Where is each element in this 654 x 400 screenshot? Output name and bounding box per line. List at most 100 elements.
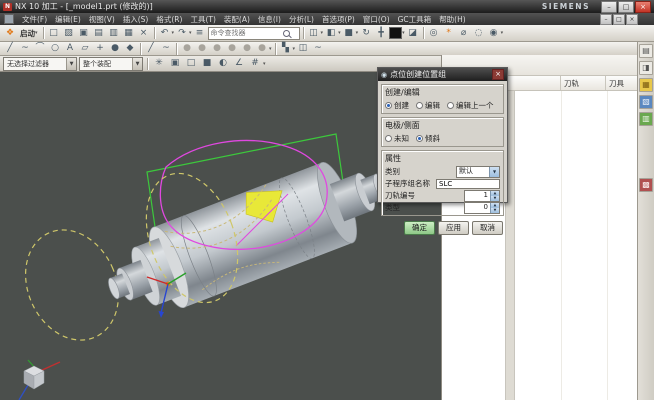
snap-settings-icon[interactable]: ✳ [152, 57, 166, 70]
radio-inclined-label[interactable]: 倾斜 [425, 133, 440, 144]
part-navigator-icon[interactable]: ▧ [639, 95, 653, 109]
studio-spline-icon[interactable]: ~ [159, 42, 173, 55]
paste-icon[interactable]: ▦ [122, 27, 136, 40]
background-color-swatch[interactable] [389, 27, 402, 39]
dialog-rail-icon[interactable]: ◉ [381, 71, 387, 79]
subprogram-name-field[interactable] [436, 179, 500, 189]
solid-body-icon[interactable]: ● [108, 42, 122, 55]
child-close-button[interactable]: × [626, 14, 638, 25]
selection-scope-dropdown[interactable]: 整个装配 ▼ [79, 57, 143, 71]
radio-create-label[interactable]: 创建 [394, 100, 409, 111]
angle-snap-icon[interactable]: ∠ [232, 57, 246, 70]
undo-dropdown-icon[interactable]: ▾ [172, 30, 175, 36]
line-icon[interactable]: ╱ [3, 42, 17, 55]
dialog-title-bar[interactable]: ◉ 点位创建位置组 × [378, 68, 507, 81]
child-restore-button[interactable]: □ [613, 14, 625, 25]
column-header-toolpath[interactable]: 刀轨 [561, 76, 606, 90]
magnet-snap-icon[interactable]: ◌ [472, 27, 486, 40]
orient-view-icon[interactable]: ◧ [324, 27, 338, 40]
pattern-dropdown-icon[interactable]: ▾ [293, 46, 296, 52]
menu-window[interactable]: 窗口(O) [359, 14, 394, 25]
type-stepper[interactable]: 0 ▲ ▼ [464, 202, 500, 214]
menu-insert[interactable]: 插入(S) [119, 14, 153, 25]
menu-view[interactable]: 视图(V) [85, 14, 119, 25]
radio-edit-label[interactable]: 编辑 [425, 100, 440, 111]
mirror-feature-icon[interactable]: ◫ [296, 42, 310, 55]
select-edge-icon[interactable]: □ [184, 57, 198, 70]
menu-information[interactable]: 信息(I) [254, 14, 285, 25]
cancel-button[interactable]: 取消 [472, 221, 503, 235]
shaded-dropdown-icon[interactable]: ▾ [356, 30, 359, 36]
apply-button[interactable]: 应用 [438, 221, 469, 235]
redo-dropdown-icon[interactable]: ▾ [189, 30, 192, 36]
menu-help[interactable]: 帮助(H) [435, 14, 470, 25]
wave-link-icon[interactable]: ~ [311, 42, 325, 55]
radio-edit-previous-label[interactable]: 编辑上一个 [456, 100, 494, 111]
save-icon[interactable]: ▣ [77, 27, 91, 40]
close-button[interactable]: × [635, 1, 651, 13]
menu-assemblies[interactable]: 装配(A) [220, 14, 254, 25]
menu-tools[interactable]: 工具(T) [186, 14, 219, 25]
category-dropdown[interactable]: 默认 ▼ [456, 166, 500, 178]
arc-icon[interactable]: ⌒ [33, 42, 47, 55]
nx-gateway-icon[interactable]: ❖ [3, 27, 17, 40]
view-triad-cube[interactable] [19, 360, 60, 400]
more-dropdown-icon[interactable]: ▾ [269, 46, 272, 52]
menu-format[interactable]: 格式(R) [152, 14, 186, 25]
radio-edit-previous[interactable] [447, 102, 454, 109]
assembly-navigator-icon[interactable]: ◨ [639, 61, 653, 75]
ok-button[interactable]: 确定 [404, 221, 435, 235]
copy-icon[interactable]: ▥ [107, 27, 121, 40]
system-menu-icon[interactable] [4, 14, 14, 24]
spinner-down-icon[interactable]: ▼ [491, 196, 499, 201]
selection-filter-dropdown[interactable]: 无选择过滤器 ▼ [3, 57, 77, 71]
spinner-down-icon[interactable]: ▼ [491, 208, 499, 213]
toolpath-number-stepper[interactable]: 1 ▲ ▼ [464, 190, 500, 202]
tool-display-icon[interactable]: ◉ [487, 27, 501, 40]
print-icon[interactable]: ▤ [92, 27, 106, 40]
menu-analysis[interactable]: 分析(L) [285, 14, 318, 25]
menu-file[interactable]: 文件(F) [18, 14, 51, 25]
more-dropdown-icon[interactable]: ▾ [263, 61, 266, 67]
history-palette-icon[interactable]: ▩ [639, 178, 653, 192]
background-dropdown-icon[interactable]: ▾ [402, 30, 405, 36]
menu-edit[interactable]: 编辑(E) [51, 14, 85, 25]
spline-icon[interactable]: ~ [18, 42, 32, 55]
pattern-feature-icon[interactable]: ▚ [279, 42, 293, 55]
radio-unknown-label[interactable]: 未知 [394, 133, 409, 144]
radio-inclined[interactable] [416, 135, 423, 142]
resource-bar-options-icon[interactable]: ▤ [639, 44, 653, 58]
start-menu-button[interactable]: 启动 ▾ [18, 28, 40, 39]
shaded-view-icon[interactable]: ■ [342, 27, 356, 40]
undo-icon[interactable]: ↶ [158, 27, 172, 40]
open-file-icon[interactable]: ▨ [62, 27, 76, 40]
menu-gc-toolbox[interactable]: GC工具箱 [394, 14, 436, 25]
annotation-icon[interactable]: ≡ [193, 27, 207, 40]
radio-edit[interactable] [416, 102, 423, 109]
pan-view-icon[interactable]: ╋ [374, 27, 388, 40]
window-layout-icon[interactable]: ◫ [307, 27, 321, 40]
grid-snap-icon[interactable]: # [248, 57, 262, 70]
dialog-close-icon[interactable]: × [492, 69, 504, 80]
maximize-button[interactable]: □ [618, 1, 634, 13]
column-header-tool[interactable]: 刀具 [606, 76, 636, 90]
point-icon[interactable]: + [93, 42, 107, 55]
menu-preferences[interactable]: 首选项(P) [318, 14, 359, 25]
layout-dropdown-icon[interactable]: ▾ [321, 30, 324, 36]
delete-icon[interactable]: × [137, 27, 151, 40]
new-file-icon[interactable]: □ [47, 27, 61, 40]
more-dropdown-icon[interactable]: ▾ [501, 30, 504, 36]
operation-navigator-icon[interactable]: ▦ [639, 78, 653, 92]
child-minimize-button[interactable]: – [600, 14, 612, 25]
datum-measure-icon[interactable]: ⌀ [457, 27, 471, 40]
highlight-toggle-icon[interactable]: ◐ [216, 57, 230, 70]
radio-unknown[interactable] [385, 135, 392, 142]
command-finder-input[interactable] [211, 29, 281, 37]
circle-icon[interactable]: ○ [48, 42, 62, 55]
orient-dropdown-icon[interactable]: ▾ [338, 30, 341, 36]
command-finder-box[interactable] [208, 27, 300, 40]
datum-plane-icon[interactable]: ▱ [78, 42, 92, 55]
redo-icon[interactable]: ↷ [175, 27, 189, 40]
cam-cylinder-body[interactable] [95, 144, 400, 330]
select-face-icon[interactable]: ▣ [168, 57, 182, 70]
